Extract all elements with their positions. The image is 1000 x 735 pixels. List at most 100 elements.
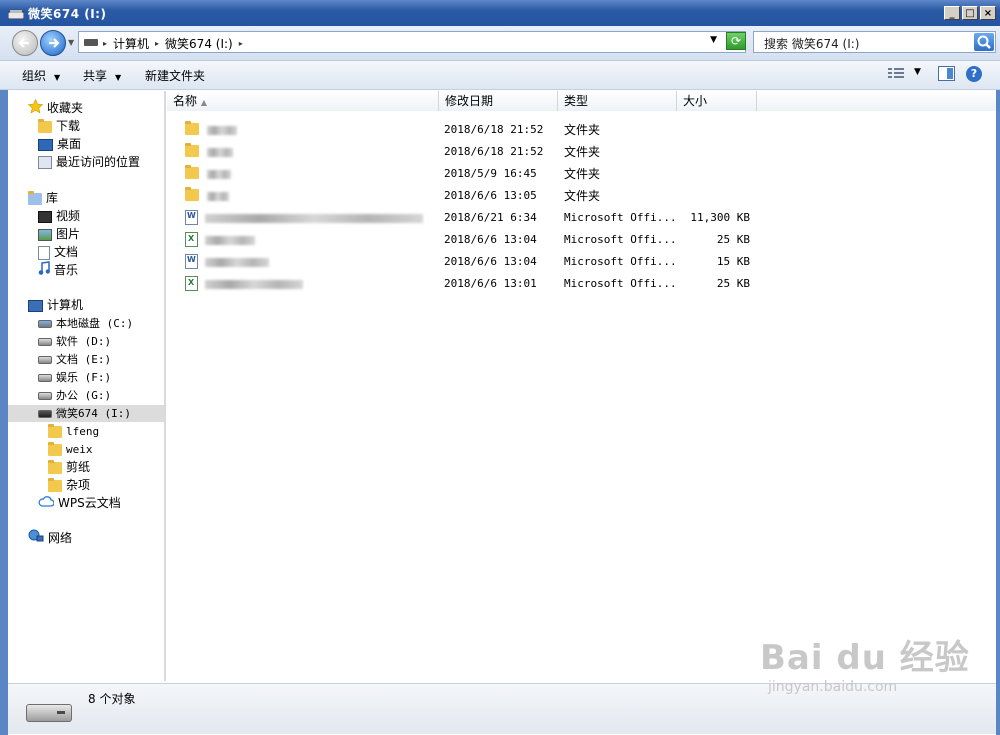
refresh-button[interactable]: ⟳	[726, 32, 746, 50]
organize-button[interactable]: 组织 ▼	[22, 67, 60, 84]
sidebar-item-label: weix	[66, 443, 93, 456]
sidebar-item-desktop[interactable]: 桌面	[38, 136, 81, 153]
maximize-button[interactable]: □	[962, 6, 978, 20]
sidebar-item-drive-i[interactable]: 微笑674 (I:)	[8, 405, 164, 422]
sidebar-item-drive-d[interactable]: 软件 (D:)	[38, 333, 111, 350]
sort-ascending-icon: ▲	[200, 98, 207, 107]
column-header-size[interactable]: 大小	[677, 91, 757, 111]
sidebar-item-label: 微笑674 (I:)	[56, 407, 131, 420]
file-size: 15 KB	[716, 255, 750, 268]
file-date: 2018/6/6 13:01	[444, 277, 537, 290]
table-row[interactable]: 2018/6/6 13:04 Microsoft Offi... 15 KB	[185, 251, 785, 273]
computer-icon	[28, 299, 43, 312]
share-label: 共享	[83, 69, 108, 83]
title-bar[interactable]: 微笑674 (I:) _ □ ×	[0, 0, 1000, 26]
table-row[interactable]: 2018/6/6 13:01 Microsoft Offi... 25 KB	[185, 273, 785, 295]
navigation-bar: ▼ ▸ 计算机 ▸ 微笑674 (I:) ▸ ▼ ⟳ 搜索 微笑674 (I:)	[0, 26, 1000, 61]
drive-icon	[38, 355, 52, 364]
sidebar-item-videos[interactable]: 视频	[38, 208, 80, 225]
search-icon[interactable]	[974, 33, 994, 51]
table-row[interactable]: 2018/6/6 13:05 文件夹	[185, 185, 785, 207]
drive-icon	[38, 391, 52, 400]
computer-group[interactable]: 计算机	[28, 297, 83, 314]
file-date: 2018/6/6 13:05	[444, 189, 537, 202]
libraries-label: 库	[46, 191, 59, 205]
breadcrumb-arrow-icon[interactable]: ▸	[103, 39, 107, 48]
file-date: 2018/5/9 16:45	[444, 167, 537, 180]
folder-icon	[48, 441, 62, 456]
sidebar-item-weix[interactable]: weix	[48, 441, 93, 458]
breadcrumb-drive[interactable]: 微笑674 (I:)	[165, 35, 233, 52]
sidebar-item-drive-g[interactable]: 办公 (G:)	[38, 387, 111, 404]
folder-icon	[48, 423, 62, 438]
column-header-date[interactable]: 修改日期	[439, 91, 558, 111]
address-dropdown-icon[interactable]: ▼	[710, 35, 717, 45]
sidebar-item-pictures[interactable]: 图片	[38, 226, 80, 243]
sidebar-item-jianzhi[interactable]: 剪纸	[48, 459, 90, 476]
column-header-type[interactable]: 类型	[558, 91, 677, 111]
redacted-filename	[207, 192, 229, 201]
table-row[interactable]: 2018/6/6 13:04 Microsoft Offi... 25 KB	[185, 229, 785, 251]
sidebar-item-downloads[interactable]: 下载	[38, 118, 80, 135]
file-size: 25 KB	[716, 233, 750, 246]
help-icon[interactable]: ?	[966, 66, 982, 82]
view-options-icon[interactable]	[888, 66, 906, 83]
breadcrumb-arrow-icon[interactable]: ▸	[239, 39, 243, 48]
table-row[interactable]: 2018/6/18 21:52 文件夹	[185, 119, 785, 141]
sidebar-item-label: 下载	[56, 119, 81, 133]
folder-icon	[185, 143, 199, 157]
view-dropdown-icon[interactable]: ▼	[914, 67, 921, 77]
folder-icon	[48, 477, 62, 492]
file-date: 2018/6/21 6:34	[444, 211, 537, 224]
sidebar-item-lfeng[interactable]: lfeng	[48, 423, 99, 440]
organize-label: 组织	[22, 69, 47, 83]
folder-icon	[185, 187, 199, 201]
minimize-button[interactable]: _	[944, 6, 960, 20]
recent-pages-dropdown[interactable]: ▼	[68, 38, 74, 47]
table-row[interactable]: 2018/6/18 21:52 文件夹	[185, 141, 785, 163]
breadcrumb-computer[interactable]: 计算机	[113, 35, 149, 52]
drive-icon	[84, 39, 98, 46]
share-button[interactable]: 共享 ▼	[83, 67, 121, 84]
back-button[interactable]	[12, 30, 38, 56]
new-folder-button[interactable]: 新建文件夹	[145, 67, 205, 84]
word-document-icon	[185, 254, 198, 269]
file-list: 名称 ▲ 修改日期 类型 大小 2018/6/18 21:52 文件夹 2018…	[167, 91, 996, 681]
sidebar-item-label: 文档 (E:)	[56, 353, 112, 366]
redacted-filename	[207, 170, 231, 179]
sidebar-item-zaxiang[interactable]: 杂项	[48, 477, 90, 494]
forward-button[interactable]	[40, 30, 66, 56]
excel-document-icon	[185, 232, 198, 247]
sidebar-item-label: 软件 (D:)	[56, 335, 112, 348]
sidebar-item-label: 桌面	[57, 137, 82, 151]
sidebar-item-drive-c[interactable]: 本地磁盘 (C:)	[38, 315, 133, 332]
redacted-filename	[207, 126, 237, 135]
favorites-group[interactable]: 收藏夹	[27, 98, 83, 119]
column-header-name[interactable]: 名称 ▲	[167, 91, 439, 111]
sidebar-item-drive-e[interactable]: 文档 (E:)	[38, 351, 111, 368]
column-label: 名称	[173, 94, 198, 108]
breadcrumb-arrow-icon[interactable]: ▸	[155, 39, 159, 48]
search-input[interactable]: 搜索 微笑674 (I:)	[753, 31, 996, 53]
watermark-url: jingyan.baidu.com	[768, 679, 898, 695]
redacted-filename	[205, 258, 269, 267]
downloads-folder-icon	[38, 118, 52, 133]
sidebar-item-drive-f[interactable]: 娱乐 (F:)	[38, 369, 111, 386]
table-row[interactable]: 2018/5/9 16:45 文件夹	[185, 163, 785, 185]
preview-pane-icon[interactable]	[938, 66, 956, 85]
close-button[interactable]: ×	[980, 6, 996, 20]
sidebar-item-network[interactable]: 网络	[28, 529, 72, 547]
sidebar-item-wps-cloud[interactable]: WPS云文档	[38, 495, 121, 512]
pictures-icon	[38, 228, 52, 241]
sidebar-item-documents[interactable]: 文档	[38, 244, 78, 261]
libraries-group[interactable]: 库	[28, 190, 58, 207]
star-icon	[27, 98, 44, 119]
table-row[interactable]: 2018/6/21 6:34 Microsoft Offi... 11,300 …	[185, 207, 785, 229]
sidebar-item-label: 图片	[56, 227, 81, 241]
sidebar-item-music[interactable]: 音乐	[38, 261, 78, 279]
address-bar[interactable]: ▸ 计算机 ▸ 微笑674 (I:) ▸ ▼	[78, 31, 746, 53]
window-frame-right	[996, 61, 1000, 735]
sidebar-item-recent[interactable]: 最近访问的位置	[38, 154, 140, 171]
file-size: 25 KB	[716, 277, 750, 290]
drive-icon	[38, 373, 52, 382]
